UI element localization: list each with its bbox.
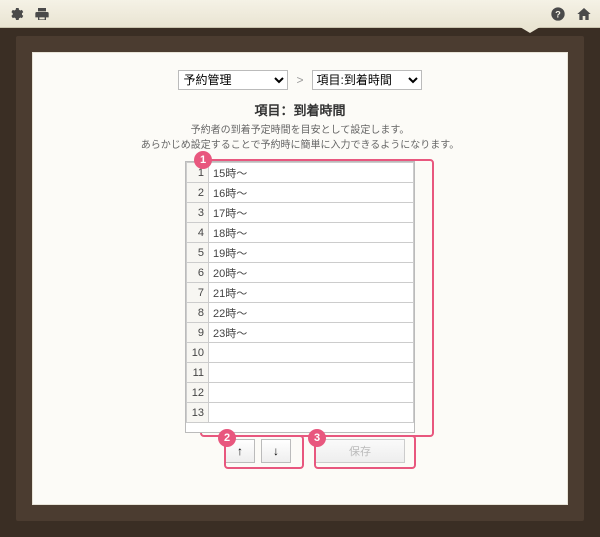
row-value[interactable]: 23時～ [209,323,414,343]
table-row[interactable]: 10 [187,343,414,363]
callout-badge-1: 1 [194,151,212,169]
row-value[interactable] [209,403,414,423]
row-number: 12 [187,383,209,403]
table-row[interactable]: 115時～ [187,163,414,183]
row-number: 2 [187,183,209,203]
button-row: 2 3 ↑ ↓ 保存 [52,439,548,473]
row-value[interactable]: 17時～ [209,203,414,223]
row-number: 7 [187,283,209,303]
row-value[interactable] [209,343,414,363]
row-number: 8 [187,303,209,323]
content-card: 予約管理 > 項目:到着時間 項目：到着時間 予約者の到着予定時間を目安として設… [32,52,568,505]
row-value[interactable]: 21時～ [209,283,414,303]
content-frame: 予約管理 > 項目:到着時間 項目：到着時間 予約者の到着予定時間を目安として設… [16,36,584,521]
row-number: 13 [187,403,209,423]
row-number: 4 [187,223,209,243]
row-number: 3 [187,203,209,223]
row-value[interactable] [209,363,414,383]
table-row[interactable]: 216時～ [187,183,414,203]
main-area: 1 115時～216時～317時～418時～519時～620時～721時～822… [52,161,548,473]
callout-badge-3: 3 [308,429,326,447]
print-icon[interactable] [34,6,50,22]
breadcrumb-select-item[interactable]: 項目:到着時間 [312,70,422,90]
row-value[interactable]: 20時～ [209,263,414,283]
reorder-buttons: ↑ ↓ [225,439,291,473]
time-grid: 115時～216時～317時～418時～519時～620時～721時～822時～… [186,162,414,423]
page-title: 項目：到着時間 [52,100,548,119]
row-number: 6 [187,263,209,283]
time-grid-scroll[interactable]: 115時～216時～317時～418時～519時～620時～721時～822時～… [185,161,415,433]
move-down-button[interactable]: ↓ [261,439,291,463]
home-icon[interactable] [576,6,592,22]
table-row[interactable]: 12 [187,383,414,403]
row-value[interactable]: 22時～ [209,303,414,323]
callout-badge-2: 2 [218,429,236,447]
row-number: 11 [187,363,209,383]
page-description: 予約者の到着予定時間を目安として設定します。 あらかじめ設定することで予約時に簡… [52,123,548,153]
row-value[interactable] [209,383,414,403]
table-row[interactable]: 620時～ [187,263,414,283]
row-value[interactable]: 15時～ [209,163,414,183]
gear-icon[interactable] [8,6,24,22]
row-value[interactable]: 19時～ [209,243,414,263]
topbar: ? [0,0,600,28]
row-value[interactable]: 18時～ [209,223,414,243]
table-row[interactable]: 822時～ [187,303,414,323]
time-grid-container: 115時～216時～317時～418時～519時～620時～721時～822時～… [185,161,415,433]
table-row[interactable]: 721時～ [187,283,414,303]
table-row[interactable]: 13 [187,403,414,423]
svg-text:?: ? [555,9,561,19]
table-row[interactable]: 418時～ [187,223,414,243]
save-button[interactable]: 保存 [315,439,405,463]
breadcrumb-select-category[interactable]: 予約管理 [178,70,288,90]
table-row[interactable]: 317時～ [187,203,414,223]
table-row[interactable]: 923時～ [187,323,414,343]
help-icon[interactable]: ? [550,6,566,22]
row-value[interactable]: 16時～ [209,183,414,203]
row-number: 9 [187,323,209,343]
table-row[interactable]: 519時～ [187,243,414,263]
breadcrumb-separator: > [296,73,303,87]
row-number: 10 [187,343,209,363]
table-row[interactable]: 11 [187,363,414,383]
breadcrumb: 予約管理 > 項目:到着時間 [52,70,548,90]
row-number: 5 [187,243,209,263]
